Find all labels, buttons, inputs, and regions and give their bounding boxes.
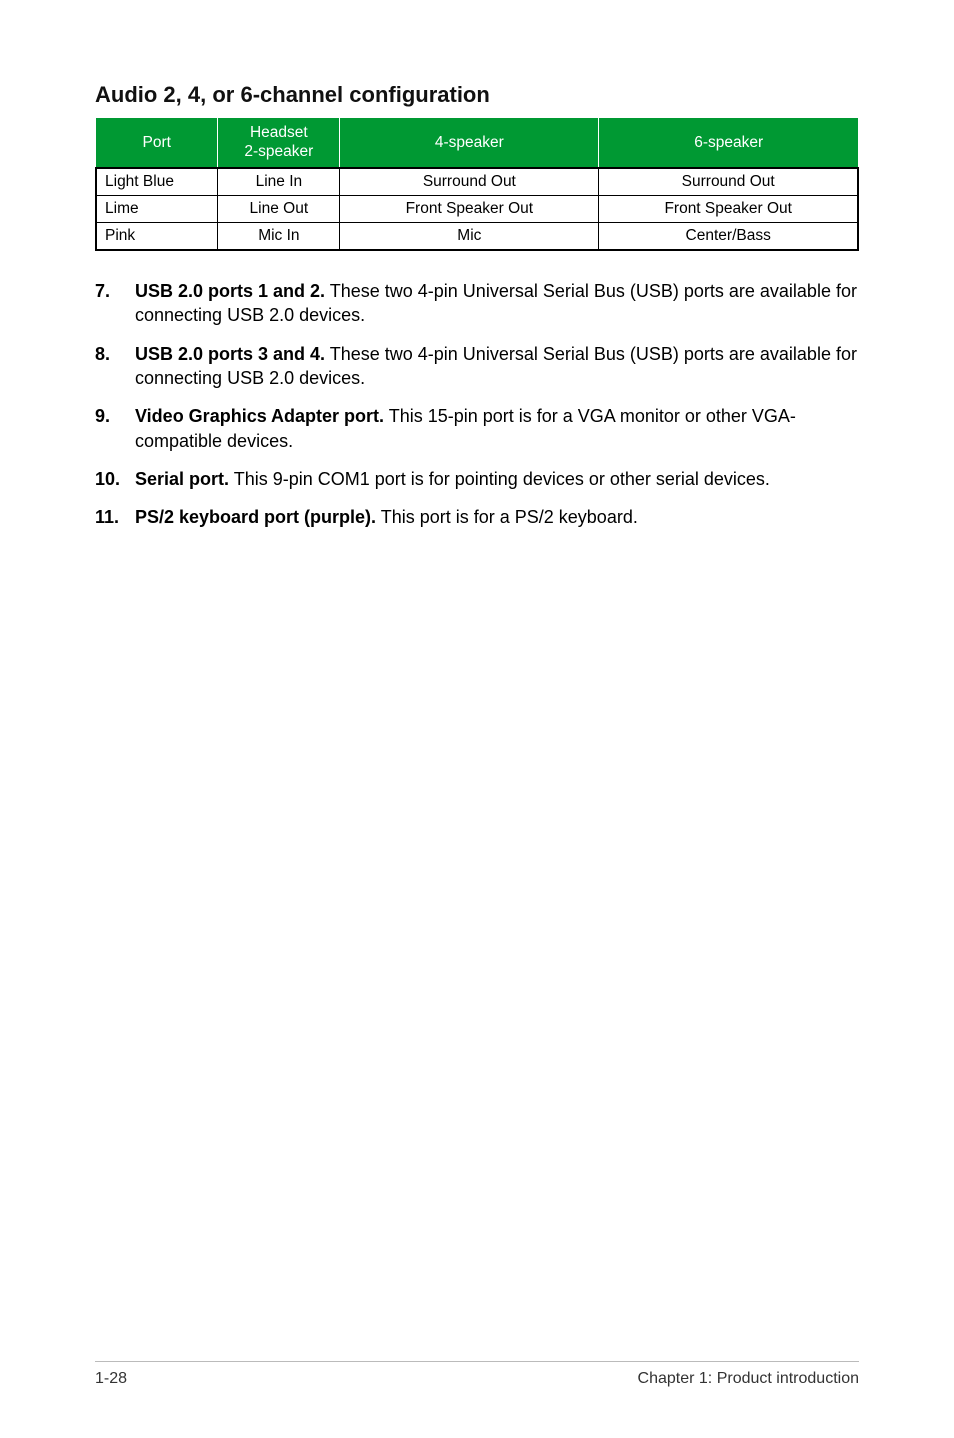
item-text: USB 2.0 ports 1 and 2. These two 4-pin U… [135,279,859,328]
cell-6speaker: Center/Bass [599,223,858,251]
feature-list: 7. USB 2.0 ports 1 and 2. These two 4-pi… [95,279,859,529]
item-bold: USB 2.0 ports 1 and 2. [135,281,325,301]
item-number: 10. [95,467,135,491]
cell-headset: Line Out [218,196,340,223]
th-headset-line1: Headset [250,124,308,141]
item-rest: This port is for a PS/2 keyboard. [376,507,638,527]
audio-config-table: Port Headset 2-speaker 4-speaker 6-speak… [95,118,859,251]
table-header: Port Headset 2-speaker 4-speaker 6-speak… [96,118,858,168]
page-footer: 1-28 Chapter 1: Product introduction [95,1361,859,1388]
section-heading: Audio 2, 4, or 6-channel configuration [95,82,859,108]
footer-chapter-title: Chapter 1: Product introduction [638,1370,859,1388]
cell-4speaker: Front Speaker Out [340,196,599,223]
item-text: USB 2.0 ports 3 and 4. These two 4-pin U… [135,342,859,391]
item-text: Serial port. This 9-pin COM1 port is for… [135,467,859,491]
cell-4speaker: Surround Out [340,168,599,196]
item-text: PS/2 keyboard port (purple). This port i… [135,505,859,529]
cell-6speaker: Surround Out [599,168,858,196]
list-item: 8. USB 2.0 ports 3 and 4. These two 4-pi… [95,342,859,391]
table-row: Light Blue Line In Surround Out Surround… [96,168,858,196]
page: Audio 2, 4, or 6-channel configuration P… [0,0,954,1438]
item-bold: USB 2.0 ports 3 and 4. [135,344,325,364]
item-bold: PS/2 keyboard port (purple). [135,507,376,527]
table-row: Pink Mic In Mic Center/Bass [96,223,858,251]
list-item: 9. Video Graphics Adapter port. This 15-… [95,404,859,453]
cell-port: Lime [96,196,218,223]
item-number: 7. [95,279,135,328]
item-text: Video Graphics Adapter port. This 15-pin… [135,404,859,453]
cell-headset: Line In [218,168,340,196]
footer-page-number: 1-28 [95,1370,127,1388]
th-6speaker: 6-speaker [599,118,858,168]
item-number: 9. [95,404,135,453]
list-item: 7. USB 2.0 ports 1 and 2. These two 4-pi… [95,279,859,328]
th-port: Port [96,118,218,168]
cell-4speaker: Mic [340,223,599,251]
th-4speaker: 4-speaker [340,118,599,168]
item-number: 8. [95,342,135,391]
item-rest: This 9-pin COM1 port is for pointing dev… [229,469,770,489]
table-header-row: Port Headset 2-speaker 4-speaker 6-speak… [96,118,858,168]
cell-6speaker: Front Speaker Out [599,196,858,223]
cell-port: Pink [96,223,218,251]
cell-port: Light Blue [96,168,218,196]
item-bold: Serial port. [135,469,229,489]
cell-headset: Mic In [218,223,340,251]
item-bold: Video Graphics Adapter port. [135,406,384,426]
list-item: 11. PS/2 keyboard port (purple). This po… [95,505,859,529]
item-number: 11. [95,505,135,529]
th-headset-line2: 2-speaker [244,143,313,160]
content-area: Audio 2, 4, or 6-channel configuration P… [95,82,859,1388]
th-headset: Headset 2-speaker [218,118,340,168]
table-row: Lime Line Out Front Speaker Out Front Sp… [96,196,858,223]
table-body: Light Blue Line In Surround Out Surround… [96,168,858,250]
list-item: 10. Serial port. This 9-pin COM1 port is… [95,467,859,491]
